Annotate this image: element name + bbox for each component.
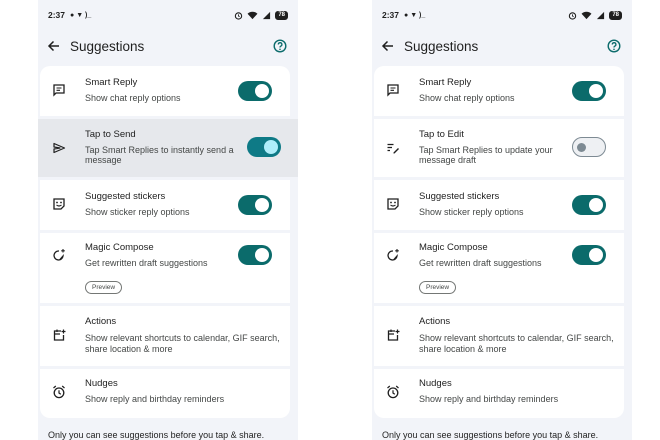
send-icon — [50, 139, 68, 157]
row-subtitle: Tap Smart Replies to instantly send a me… — [85, 145, 234, 165]
smart-reply-toggle[interactable] — [572, 81, 606, 101]
right-phone-screen: 2:37 ● ▼ )_ 78 Suggestions Smart Reply S… — [372, 0, 632, 440]
magic-compose-row[interactable]: Magic Compose Get rewritten draft sugges… — [374, 233, 624, 303]
page-title: Suggestions — [404, 38, 479, 54]
row-subtitle: Show chat reply options — [419, 93, 515, 103]
row-title: Tap to Send — [85, 129, 136, 140]
row-subtitle: Tap Smart Replies to update your message… — [419, 145, 553, 165]
signal-status-icon — [263, 11, 271, 19]
arrow-back-icon — [381, 40, 393, 52]
back-button[interactable] — [42, 34, 66, 58]
actions-row[interactable]: Actions Show relevant shortcuts to calen… — [40, 306, 290, 366]
smart-reply-row[interactable]: Smart Reply Show chat reply options — [40, 66, 290, 116]
calendar-add-icon — [384, 326, 402, 344]
status-time: 2:37 — [48, 10, 66, 20]
magic-compose-toggle[interactable] — [572, 245, 606, 265]
help-button[interactable] — [604, 36, 624, 56]
chat-bubble-icon — [50, 81, 68, 99]
row-title: Nudges — [419, 378, 452, 389]
preview-chip: Preview — [85, 281, 123, 294]
smart-reply-row[interactable]: Smart Reply Show chat reply options — [374, 66, 624, 116]
row-subtitle: Show reply and birthday reminders — [419, 394, 559, 404]
edit-text-icon — [384, 139, 402, 157]
suggested-stickers-row[interactable]: Suggested stickers Show sticker reply op… — [40, 180, 290, 230]
row-subtitle: Show reply and birthday reminders — [85, 394, 225, 404]
magic-compose-toggle[interactable] — [238, 245, 272, 265]
alarm-status-icon — [235, 11, 243, 20]
tap-to-edit-row[interactable]: Tap to Edit Tap Smart Replies to update … — [374, 119, 624, 177]
suggested-stickers-toggle[interactable] — [572, 195, 606, 215]
sticker-icon — [50, 195, 68, 213]
row-subtitle: Show sticker reply options — [85, 207, 190, 217]
tap-to-send-toggle[interactable] — [247, 137, 281, 157]
row-title: Actions — [419, 316, 451, 327]
row-title: Smart Reply — [85, 77, 138, 88]
arrow-back-icon — [47, 40, 59, 52]
status-bar: 2:37 ● ▼ )_ 78 — [382, 8, 622, 22]
row-title: Nudges — [85, 378, 118, 389]
magic-compose-row[interactable]: Magic Compose Get rewritten draft sugges… — [40, 233, 290, 303]
notification-icons: ● ▼ )_ — [70, 11, 92, 19]
calendar-add-icon — [50, 326, 68, 344]
nudges-row[interactable]: Nudges Show reply and birthday reminders — [40, 369, 290, 417]
help-icon — [607, 39, 621, 53]
wifi-status-icon — [247, 11, 258, 19]
signal-status-icon — [597, 11, 605, 19]
alarm-status-icon — [569, 11, 577, 20]
help-button[interactable] — [270, 36, 290, 56]
suggested-stickers-toggle[interactable] — [238, 195, 272, 215]
page-title: Suggestions — [70, 38, 145, 54]
tap-to-send-row[interactable]: Tap to Send Tap Smart Replies to instant… — [38, 119, 298, 177]
suggested-stickers-row[interactable]: Suggested stickers Show sticker reply op… — [374, 180, 624, 230]
sticker-icon — [384, 195, 402, 213]
status-bar: 2:37 ● ▼ )_ 78 — [48, 8, 288, 22]
row-title: Magic Compose — [85, 242, 154, 253]
chat-bubble-icon — [384, 81, 402, 99]
battery-icon: 78 — [609, 10, 622, 20]
row-title: Magic Compose — [419, 242, 488, 253]
row-title: Suggested stickers — [85, 191, 166, 202]
notification-icons: ● ▼ )_ — [404, 11, 426, 19]
row-subtitle: Show relevant shortcuts to calendar, GIF… — [419, 333, 614, 354]
row-subtitle: Show sticker reply options — [419, 207, 524, 217]
row-subtitle: Show relevant shortcuts to calendar, GIF… — [85, 333, 280, 354]
preview-chip: Preview — [419, 281, 457, 294]
row-title: Suggested stickers — [419, 191, 500, 202]
row-title: Tap to Edit — [419, 129, 464, 140]
alarm-icon — [384, 383, 402, 401]
privacy-footer: Only you can see suggestions before you … — [48, 430, 265, 440]
row-subtitle: Get rewritten draft suggestions — [419, 258, 542, 268]
app-bar: Suggestions — [38, 32, 298, 60]
battery-icon: 78 — [275, 10, 288, 20]
actions-row[interactable]: Actions Show relevant shortcuts to calen… — [374, 306, 624, 366]
magic-compose-icon — [50, 246, 68, 264]
row-title: Actions — [85, 316, 117, 327]
magic-compose-icon — [384, 246, 402, 264]
tap-to-edit-toggle[interactable] — [572, 137, 606, 157]
wifi-status-icon — [581, 11, 592, 19]
privacy-footer: Only you can see suggestions before you … — [382, 430, 599, 440]
row-subtitle: Get rewritten draft suggestions — [85, 258, 208, 268]
row-title: Smart Reply — [419, 77, 472, 88]
help-icon — [273, 39, 287, 53]
row-subtitle: Show chat reply options — [85, 93, 181, 103]
app-bar: Suggestions — [372, 32, 632, 60]
alarm-icon — [50, 383, 68, 401]
back-button[interactable] — [376, 34, 400, 58]
smart-reply-toggle[interactable] — [238, 81, 272, 101]
nudges-row[interactable]: Nudges Show reply and birthday reminders — [374, 369, 624, 417]
left-phone-screen: 2:37 ● ▼ )_ 78 Suggestions Smart Reply S… — [38, 0, 298, 440]
status-time: 2:37 — [382, 10, 400, 20]
